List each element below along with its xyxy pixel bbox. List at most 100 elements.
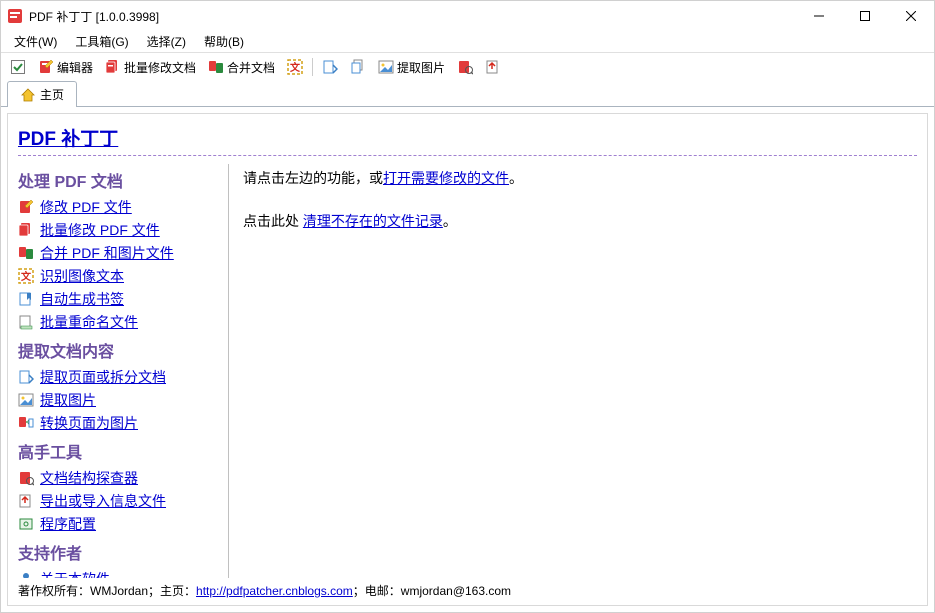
action-merge-link[interactable]: 合并 PDF 和图片文件 xyxy=(40,243,174,263)
svg-text:文: 文 xyxy=(21,270,32,283)
svg-text:文: 文 xyxy=(290,61,301,74)
action-export-info-link[interactable]: 导出或导入信息文件 xyxy=(40,491,166,511)
image-icon xyxy=(18,392,34,408)
toolbar-editor-label: 编辑器 xyxy=(57,59,93,76)
action-merge: 合并 PDF 和图片文件 xyxy=(18,242,222,265)
homepage-link[interactable]: http://pdfpatcher.cnblogs.com xyxy=(196,584,353,598)
menu-select[interactable]: 选择(Z) xyxy=(138,31,195,52)
pdf-edit-icon xyxy=(38,59,54,75)
instruction-suffix: 。 xyxy=(509,170,523,186)
section-advanced-heading: 高手工具 xyxy=(18,439,222,463)
toolbar-extract-image[interactable]: 提取图片 xyxy=(373,56,450,79)
content-area: PDF 补丁丁 处理 PDF 文档 修改 PDF 文件 批量修改 PDF 文件 … xyxy=(7,113,928,606)
left-column: 处理 PDF 文档 修改 PDF 文件 批量修改 PDF 文件 合并 PDF 和… xyxy=(18,164,228,578)
open-file-link[interactable]: 打开需要修改的文件 xyxy=(383,170,509,186)
action-batch-modify: 批量修改 PDF 文件 xyxy=(18,219,222,242)
action-config-link[interactable]: 程序配置 xyxy=(40,514,96,534)
extract-pages-icon xyxy=(18,369,34,385)
action-extract-pages-link[interactable]: 提取页面或拆分文档 xyxy=(40,367,166,387)
structure-icon xyxy=(18,470,34,486)
close-button[interactable] xyxy=(888,1,934,31)
divider xyxy=(18,155,917,156)
action-ocr-link[interactable]: 识别图像文本 xyxy=(40,266,124,286)
tab-strip: 主页 xyxy=(1,81,934,107)
menu-bar: 文件(W) 工具箱(G) 选择(Z) 帮助(B) xyxy=(1,31,934,53)
action-extract-images: 提取图片 xyxy=(18,389,222,412)
section-extract-list: 提取页面或拆分文档 提取图片 转换页面为图片 xyxy=(18,366,222,435)
structure-icon xyxy=(457,59,473,75)
instruction-text-2: 点击此处 xyxy=(243,213,303,229)
extract-pages-icon xyxy=(322,59,338,75)
pdf-edit-icon xyxy=(18,199,34,215)
menu-file[interactable]: 文件(W) xyxy=(5,31,66,52)
menu-toolbox[interactable]: 工具箱(G) xyxy=(66,31,137,52)
section-process-heading: 处理 PDF 文档 xyxy=(18,168,222,192)
section-advanced-list: 文档结构探查器 导出或导入信息文件 程序配置 xyxy=(18,467,222,536)
toolbar-merge-label: 合并文档 xyxy=(227,59,275,76)
maximize-button[interactable] xyxy=(842,1,888,31)
bookmark-icon xyxy=(18,291,34,307)
instruction-suffix-2: 。 xyxy=(443,213,457,229)
toolbar-checkbox[interactable] xyxy=(5,56,31,78)
window-title: PDF 补丁丁 [1.0.0.3998] xyxy=(29,8,796,25)
action-about: 关于本软件 xyxy=(18,568,222,578)
action-batch-modify-link[interactable]: 批量修改 PDF 文件 xyxy=(40,220,160,240)
toolbar-batch-modify[interactable]: 批量修改文档 xyxy=(100,56,201,79)
action-ocr: 文识别图像文本 xyxy=(18,265,222,288)
toolbar-editor[interactable]: 编辑器 xyxy=(33,56,98,79)
instruction-line-1: 请点击左边的功能，或打开需要修改的文件。 xyxy=(243,166,917,191)
email-text: wmjordan@163.com xyxy=(401,584,511,598)
pdf-batch-icon xyxy=(105,59,121,75)
pdf-merge-icon xyxy=(208,59,224,75)
column-divider xyxy=(228,164,229,578)
action-rename: 批量重命名文件 xyxy=(18,311,222,334)
section-extract-heading: 提取文档内容 xyxy=(18,338,222,362)
window-controls xyxy=(796,1,934,31)
toolbar-ocr[interactable]: 文 xyxy=(282,56,308,78)
toolbar-copy[interactable] xyxy=(345,56,371,78)
toolbar-extract-pages[interactable] xyxy=(317,56,343,78)
toolbar-structure[interactable] xyxy=(452,56,478,78)
image-icon xyxy=(378,59,394,75)
rename-icon xyxy=(18,314,34,330)
instruction-text: 请点击左边的功能，或 xyxy=(243,170,383,186)
settings-icon xyxy=(18,516,34,532)
action-rename-link[interactable]: 批量重命名文件 xyxy=(40,312,138,332)
action-about-link[interactable]: 关于本软件 xyxy=(40,569,110,578)
toolbar-export-info[interactable] xyxy=(480,56,506,78)
ocr-icon: 文 xyxy=(287,59,303,75)
email-label: ；电邮： xyxy=(353,584,401,598)
copyright-text: 著作权所有：WMJordan；主页： xyxy=(18,584,196,598)
menu-help[interactable]: 帮助(B) xyxy=(195,31,253,52)
pdf-batch-icon xyxy=(18,222,34,238)
action-page-to-image: 转换页面为图片 xyxy=(18,412,222,435)
tab-border xyxy=(1,106,934,107)
footer: 著作权所有：WMJordan；主页：http://pdfpatcher.cnbl… xyxy=(18,578,917,599)
action-extract-images-link[interactable]: 提取图片 xyxy=(40,390,96,410)
action-modify-pdf-link[interactable]: 修改 PDF 文件 xyxy=(40,197,132,217)
action-bookmark: 自动生成书签 xyxy=(18,288,222,311)
right-column: 请点击左边的功能，或打开需要修改的文件。 点击此处 清理不存在的文件记录。 xyxy=(243,164,917,578)
action-config: 程序配置 xyxy=(18,513,222,536)
page-title[interactable]: PDF 补丁丁 xyxy=(18,124,118,151)
toolbar: 编辑器 批量修改文档 合并文档 文 提取图片 xyxy=(1,53,934,81)
toolbar-extract-image-label: 提取图片 xyxy=(397,59,445,76)
tab-home[interactable]: 主页 xyxy=(7,81,77,107)
title-bar: PDF 补丁丁 [1.0.0.3998] xyxy=(1,1,934,31)
action-structure-link[interactable]: 文档结构探查器 xyxy=(40,468,138,488)
action-extract-pages: 提取页面或拆分文档 xyxy=(18,366,222,389)
section-support-list: 关于本软件 xyxy=(18,568,222,578)
export-icon xyxy=(18,493,34,509)
section-support-heading: 支持作者 xyxy=(18,540,222,564)
action-bookmark-link[interactable]: 自动生成书签 xyxy=(40,289,124,309)
copy-icon xyxy=(350,59,366,75)
action-page-to-image-link[interactable]: 转换页面为图片 xyxy=(40,413,138,433)
convert-icon xyxy=(18,415,34,431)
home-icon xyxy=(20,87,36,103)
toolbar-merge[interactable]: 合并文档 xyxy=(203,56,280,79)
toolbar-separator xyxy=(312,58,313,76)
instruction-line-2: 点击此处 清理不存在的文件记录。 xyxy=(243,209,917,234)
ocr-icon: 文 xyxy=(18,268,34,284)
cleanup-link[interactable]: 清理不存在的文件记录 xyxy=(303,213,443,229)
minimize-button[interactable] xyxy=(796,1,842,31)
